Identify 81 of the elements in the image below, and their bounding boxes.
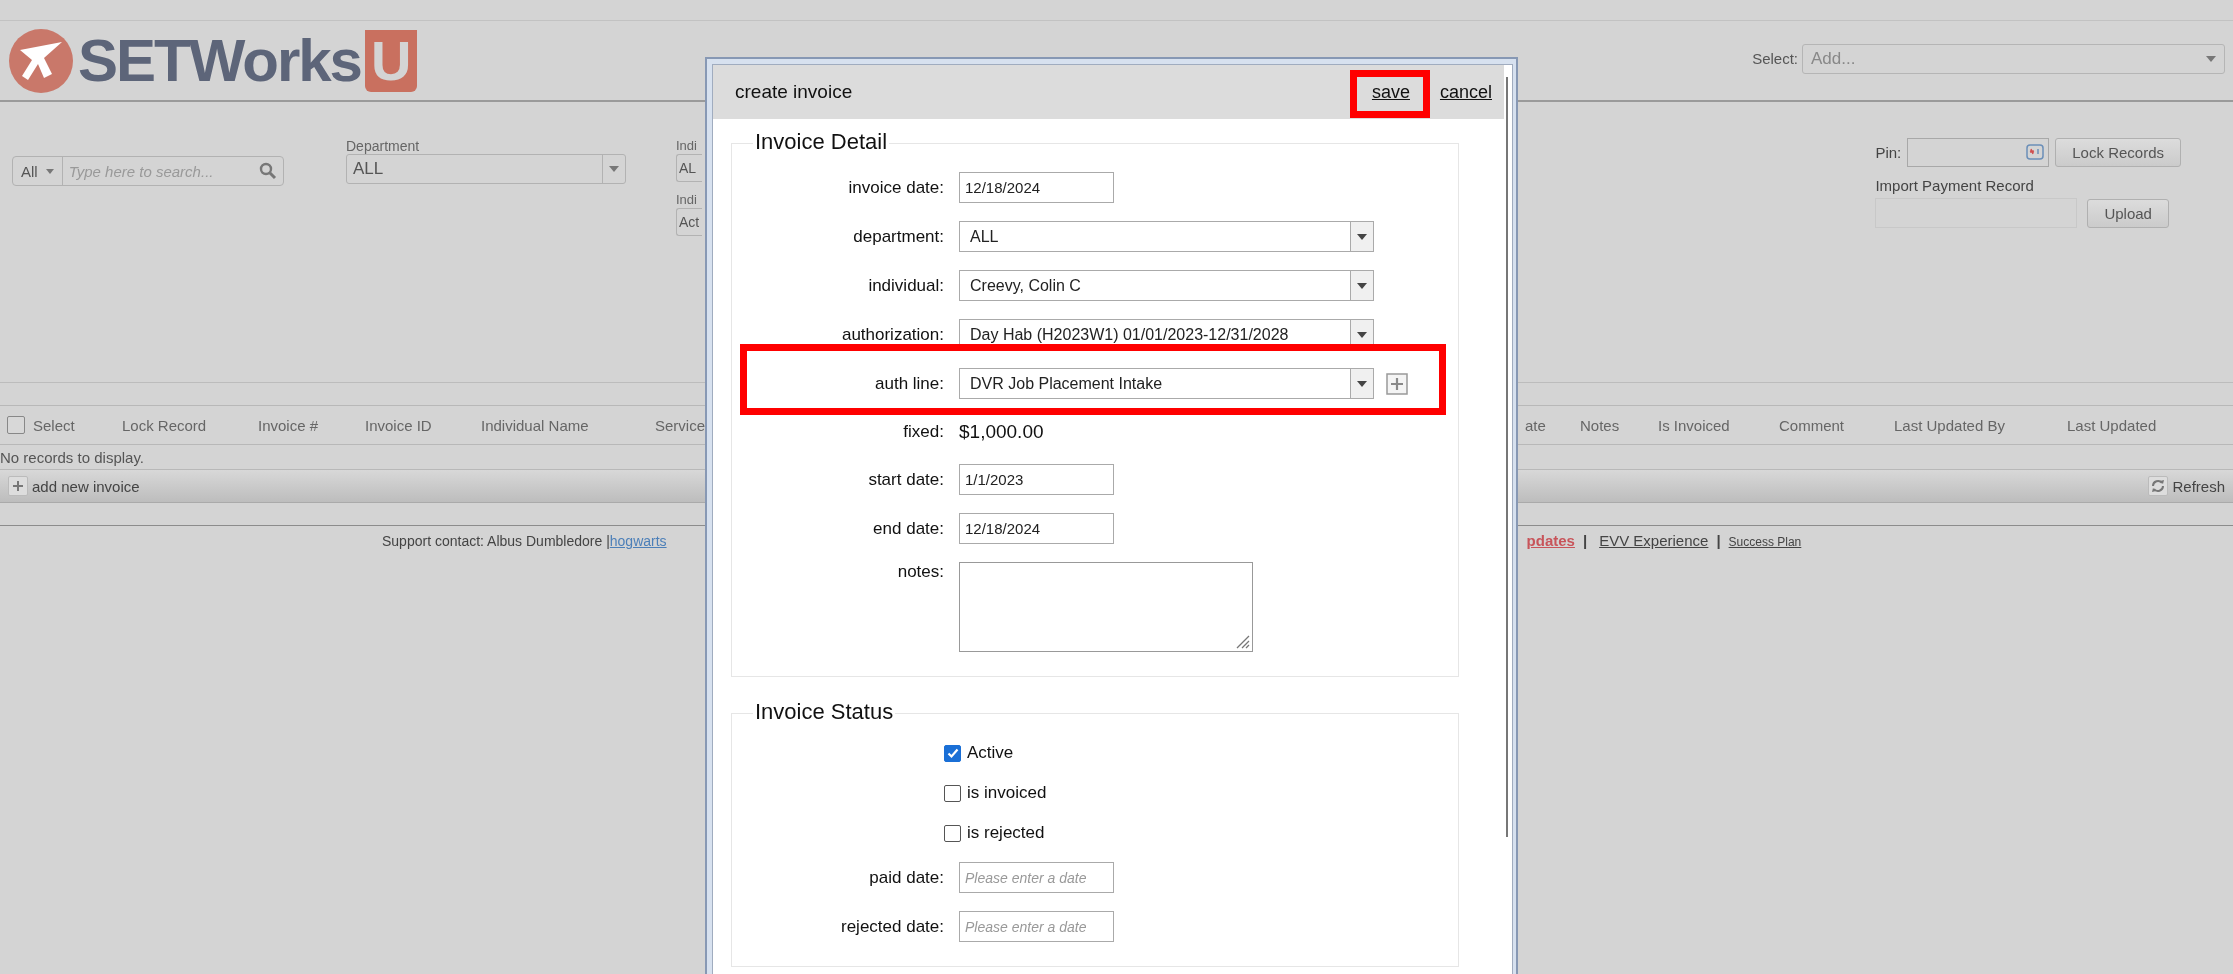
footer-link[interactable]: Success Plan [1728,535,1802,549]
filter-dropdown[interactable]: AL [676,154,702,182]
column-header[interactable]: Is Invoiced [1658,416,1730,434]
checkbox[interactable] [944,784,961,802]
filter-label: Indi [676,192,698,208]
logo-wordmark: SETWorks [78,26,361,95]
upload-button[interactable]: Upload [2087,198,2169,228]
fixed-amount: $1,000.00 [959,420,1044,443]
caret-icon [1357,380,1367,387]
lock-records-button[interactable]: Lock Records [2055,138,2181,167]
keyboard-icon [2026,143,2045,162]
column-header[interactable]: Notes [1580,416,1620,434]
column-header[interactable]: Lock Record [122,416,207,434]
checkbox-option[interactable]: is invoiced [944,783,1047,803]
checkbox[interactable] [944,824,961,842]
refresh-icon [2151,479,2166,493]
date-field[interactable]: 12/18/2024 [959,513,1114,544]
column-header[interactable]: Last Updated By [1894,416,2005,434]
select-field[interactable]: Creevy, Colin C [959,270,1374,301]
caret-icon [609,166,619,172]
select-all-checkbox[interactable] [7,416,25,434]
save-link[interactable]: save [1357,81,1424,103]
pin-field[interactable] [1907,138,2050,167]
checkbox-option[interactable]: Active [944,743,1014,763]
dialog-title: create invoice [735,81,853,103]
caret-icon [2206,55,2216,62]
select-label: Select: [1752,50,1798,67]
plus-icon [12,480,24,492]
filter-label: Indi [676,138,698,154]
column-header[interactable]: Service [655,416,706,434]
department-dropdown[interactable]: ALL [346,154,626,184]
field-label: end date: [872,518,944,539]
field-label: auth line: [874,373,944,394]
field-label: individual: [867,275,944,296]
field-label: notes: [896,562,944,582]
separator: | [1582,532,1588,549]
refresh-button[interactable]: Refresh [2148,476,2225,496]
field-label: authorization: [840,324,944,345]
column-header[interactable]: Invoice ID [365,416,432,434]
footer-link[interactable]: EVV Experience [1599,532,1709,549]
field-label: fixed: [902,421,944,442]
checkbox[interactable] [944,744,961,762]
select-field[interactable]: ALL [959,221,1374,252]
field-label: start date: [867,469,944,490]
field-label: rejected date: [840,916,944,937]
logo-badge: U [365,29,418,92]
caret-icon [1357,331,1367,338]
field-label: department: [852,226,944,247]
check-icon [945,746,960,760]
notes-field[interactable] [959,562,1253,652]
resize-handle-icon[interactable] [1234,633,1250,649]
column-header[interactable]: Individual Name [481,416,589,434]
caret-icon [1357,282,1367,289]
date-field[interactable]: 12/18/2024 [959,172,1114,203]
caret-icon [1357,233,1367,240]
column-header: Select [33,416,75,434]
footer-link[interactable]: pdates [1526,532,1575,549]
filter-dropdown[interactable]: Act [676,208,702,236]
column-header[interactable]: Invoice # [258,416,319,434]
add-icon[interactable] [1386,372,1408,395]
column-header[interactable]: Last Updated [2067,416,2157,434]
date-field[interactable]: 1/1/2023 [959,464,1114,495]
date-field[interactable]: Please enter a date [959,862,1114,893]
import-label: Import Payment Record [1875,177,2035,194]
separator: | [1716,532,1721,549]
field-label: invoice date: [847,177,944,198]
column-header[interactable]: ate [1525,416,1546,434]
field-label: paid date: [868,867,944,888]
empty-message: No records to display. [0,448,144,466]
search-field[interactable]: All Type here to search... [12,156,284,186]
department-label: Department [346,138,421,154]
checkbox-option[interactable]: is rejected [944,823,1045,843]
pin-label: Pin: [1875,144,1902,161]
select-field[interactable]: DVR Job Placement Intake [959,368,1374,399]
cancel-link[interactable]: cancel [1423,81,1494,103]
search-icon [259,162,277,180]
support-contact: Support contact: Albus Dumbledore | [382,533,610,549]
date-field[interactable]: Please enter a date [959,911,1114,942]
add-invoice-button[interactable]: add new invoice [8,476,140,496]
column-header[interactable]: Comment [1779,416,1845,434]
logo-icon [8,27,74,94]
